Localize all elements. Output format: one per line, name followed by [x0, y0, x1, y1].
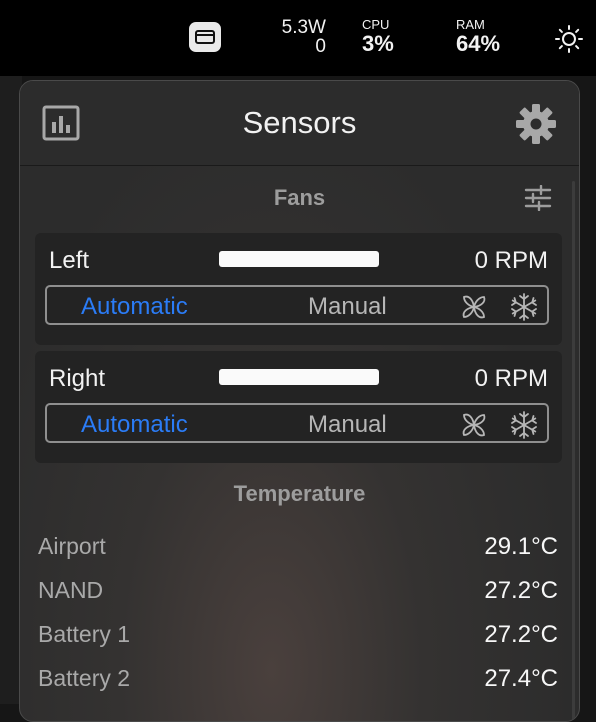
mode-manual[interactable]: Manual [308, 293, 387, 321]
sun-icon[interactable] [554, 24, 584, 54]
scrollbar[interactable] [572, 181, 575, 721]
sensor-value: 27.2°C [484, 577, 558, 604]
fan-card-right: Right 0 RPM Automatic Manual [35, 351, 562, 463]
fan-name: Right [49, 365, 106, 392]
cpu-label: CPU [362, 17, 390, 32]
sensor-name: Battery 1 [38, 621, 131, 647]
fan-icon[interactable] [459, 292, 489, 322]
cpu-stat[interactable]: CPU 3% [362, 18, 394, 56]
mode-automatic[interactable]: Automatic [81, 293, 188, 321]
power-secondary: 0 [315, 36, 326, 57]
snowflake-icon[interactable] [509, 292, 539, 322]
fan-rpm: 0 RPM [474, 365, 548, 392]
mode-manual[interactable]: Manual [308, 411, 387, 439]
temperature-row: Battery 2 27.4°C [38, 659, 558, 699]
power-readout[interactable]: 5.3W 0 [262, 18, 326, 56]
menu-bar: 5.3W 0 CPU 3% RAM 64% [0, 0, 596, 76]
ram-stat[interactable]: RAM 64% [456, 18, 500, 56]
temperature-row: Airport 29.1°C [38, 527, 558, 567]
sensors-panel: Sensors Fans Left 0 RPM Automatic Manual… [19, 80, 580, 722]
temperature-row: Battery 1 27.2°C [38, 615, 558, 655]
fans-section-title: Fans [273, 185, 326, 210]
sensor-value: 29.1°C [484, 533, 558, 560]
temperature-row: NAND 27.2°C [38, 571, 558, 611]
fan-mode-selector: Automatic Manual [45, 403, 549, 443]
fan-card-left: Left 0 RPM Automatic Manual [35, 233, 562, 345]
sensor-name: NAND [38, 577, 104, 603]
ram-label: RAM [456, 17, 485, 32]
panel-title: Sensors [242, 105, 357, 140]
fan-rpm: 0 RPM [474, 247, 548, 274]
cpu-value: 3% [362, 31, 394, 56]
panel-header: Sensors [20, 81, 579, 166]
gear-icon[interactable] [515, 103, 557, 145]
fan-name: Left [49, 247, 90, 274]
sensor-value: 27.2°C [484, 621, 558, 648]
sliders-icon[interactable] [524, 185, 552, 211]
sensor-name: Battery 2 [38, 665, 131, 691]
fan-icon[interactable] [459, 410, 489, 440]
fan-speed-bar [219, 369, 379, 385]
snowflake-icon[interactable] [509, 410, 539, 440]
window-icon[interactable] [189, 22, 221, 52]
fan-mode-selector: Automatic Manual [45, 285, 549, 325]
sensor-name: Airport [38, 533, 106, 559]
temperature-section-title: Temperature [233, 481, 366, 506]
mode-automatic[interactable]: Automatic [81, 411, 188, 439]
ram-value: 64% [456, 31, 501, 56]
power-watts: 5.3W [281, 17, 326, 38]
sensor-value: 27.4°C [484, 665, 558, 692]
fan-speed-bar [219, 251, 379, 267]
